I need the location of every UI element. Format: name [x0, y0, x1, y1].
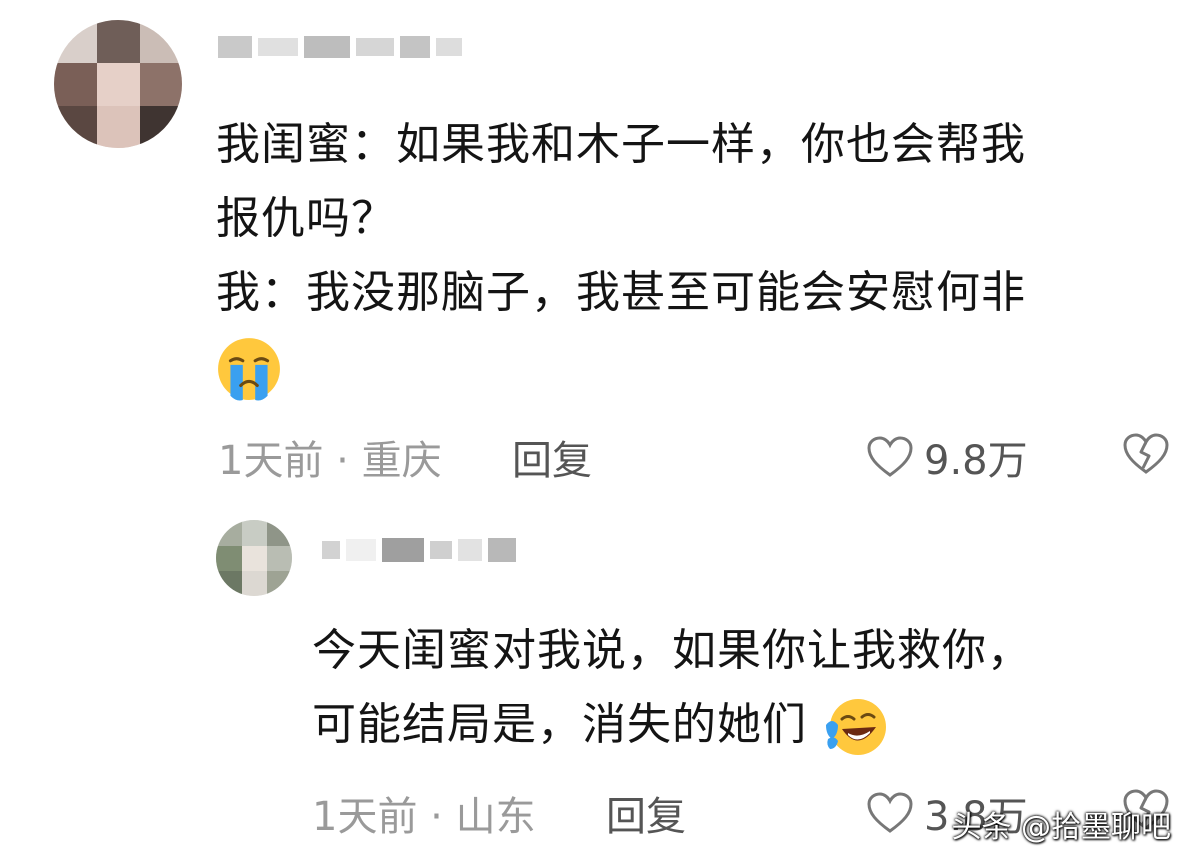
avatar[interactable] [54, 20, 182, 148]
avatar[interactable] [216, 520, 292, 596]
comment-line: 报仇吗？ [216, 193, 396, 244]
username-mosaic-block [488, 538, 516, 562]
avatar-pixel [267, 571, 292, 596]
broken-heart-icon[interactable] [1122, 432, 1170, 476]
avatar-pixel [216, 520, 242, 546]
laughing-tears-face-icon [826, 699, 886, 755]
avatar-pixel [97, 63, 140, 106]
comment-emoji-line [216, 330, 1026, 404]
avatar-pixel [216, 571, 242, 596]
comment-text: 我闺蜜：如果我和木子一样，你也会帮我 报仇吗？ 我：我没那脑子，我甚至可能会安慰… [216, 108, 1026, 404]
reply-button[interactable]: 回复 [512, 428, 592, 486]
avatar-pixel [140, 106, 182, 148]
username-mosaic-block [382, 538, 424, 562]
heart-icon [867, 792, 913, 833]
crying-face-icon [218, 338, 280, 401]
avatar-pixel [97, 106, 140, 148]
username-mosaic-block [400, 36, 430, 58]
watermark: 头条 @拾墨聊吧 [951, 810, 1171, 845]
avatar-pixel [54, 20, 97, 63]
comment-text: 今天闺蜜对我说，如果你让我救你， 可能结局是，消失的她们 [312, 614, 1032, 762]
username-mosaic-block [356, 38, 394, 56]
avatar-pixel [140, 20, 182, 63]
heart-icon [867, 436, 913, 477]
avatar-pixel [216, 546, 242, 571]
reply-button[interactable]: 回复 [606, 784, 686, 842]
comment-line: 可能结局是，消失的她们 [312, 688, 1032, 762]
comment-line: 我：我没那脑子，我甚至可能会安慰何非 [216, 267, 1026, 318]
comment-time-location: 1天前 · 山东 [312, 794, 536, 840]
avatar-pixel [242, 520, 267, 546]
username-mosaic-block [322, 541, 340, 559]
avatar-pixel [267, 546, 292, 571]
avatar-pixel [267, 520, 292, 546]
avatar-pixel [242, 546, 267, 571]
avatar-pixel [140, 63, 182, 106]
avatar-pixel [97, 20, 140, 63]
comment-time-location: 1天前 · 重庆 [218, 438, 442, 484]
username-blurred[interactable] [218, 36, 462, 58]
username-mosaic-block [304, 36, 350, 58]
username-mosaic-block [218, 36, 252, 58]
comment-line-text: 可能结局是，消失的她们 [312, 699, 807, 750]
username-mosaic-block [436, 38, 462, 56]
username-mosaic-block [346, 539, 376, 561]
avatar-pixel [242, 571, 267, 596]
username-blurred[interactable] [322, 538, 516, 562]
comment-line: 今天闺蜜对我说，如果你让我救你， [312, 625, 1032, 676]
like-button[interactable]: 9.8万 [866, 428, 1028, 486]
avatar-pixel [54, 63, 97, 106]
avatar-pixel [54, 106, 97, 148]
username-mosaic-block [458, 539, 482, 561]
like-count: 9.8万 [924, 438, 1028, 484]
username-mosaic-block [258, 38, 298, 56]
username-mosaic-block [430, 541, 452, 559]
comment-line: 我闺蜜：如果我和木子一样，你也会帮我 [216, 119, 1026, 170]
